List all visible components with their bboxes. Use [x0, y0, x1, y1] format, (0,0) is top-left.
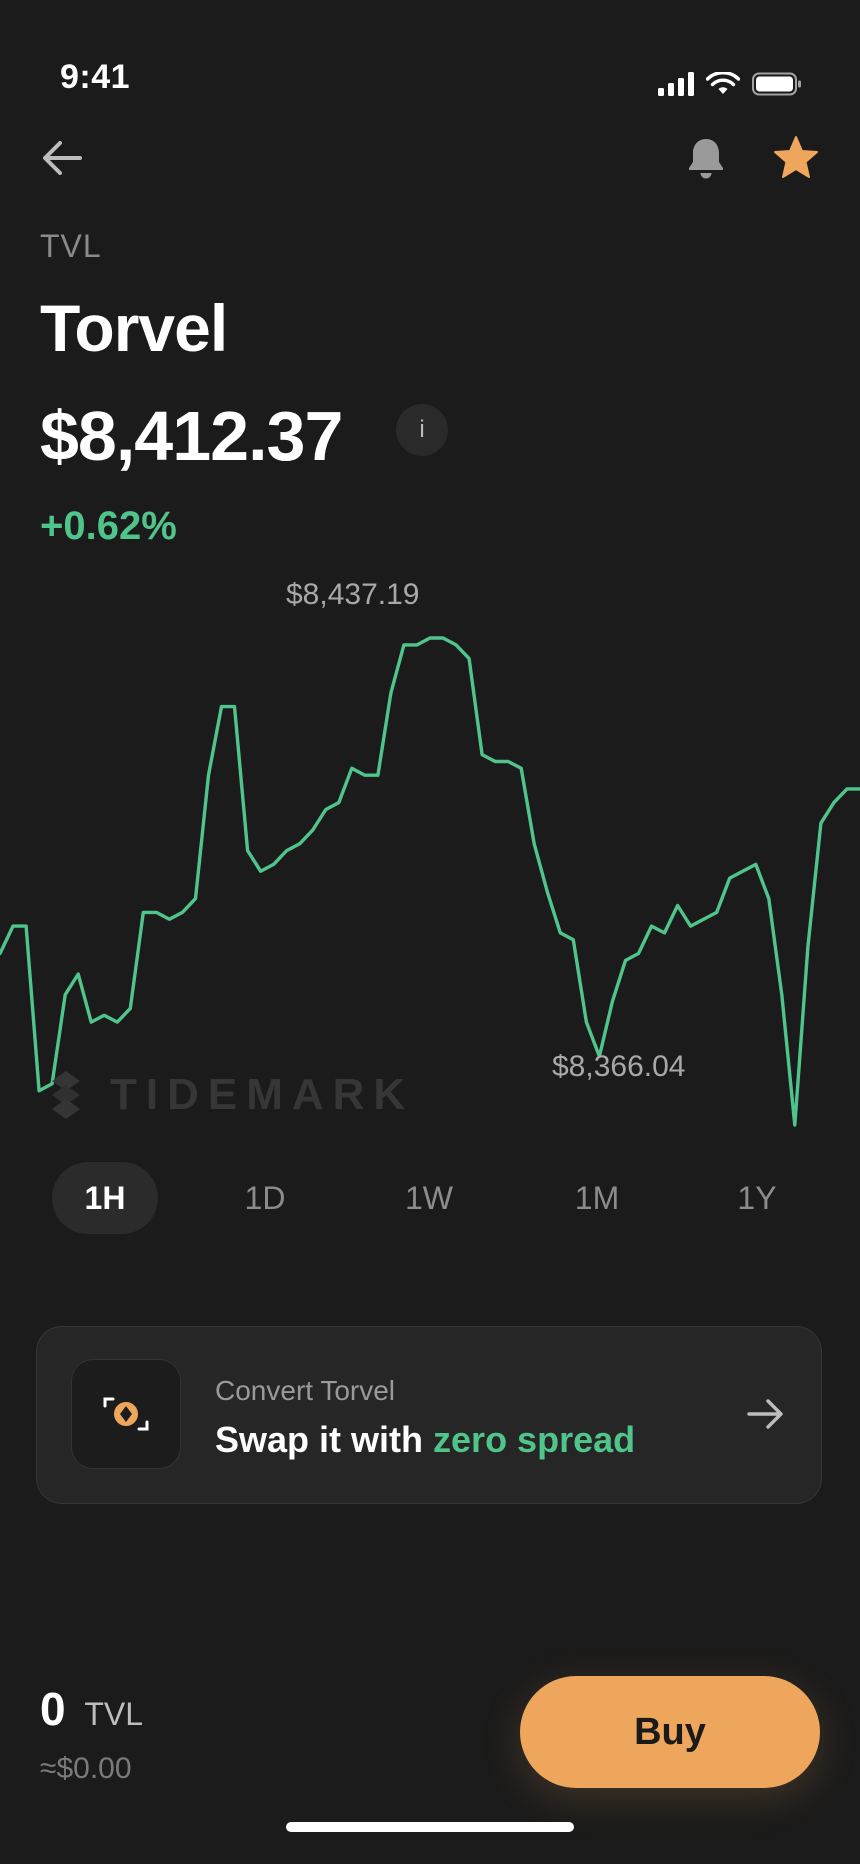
status-icons	[658, 72, 802, 96]
chart-low-label: $8,366.04	[552, 1050, 686, 1083]
tab-1h[interactable]: 1H	[52, 1162, 158, 1234]
convert-subtitle: Convert Torvel	[215, 1375, 396, 1406]
buy-button[interactable]: Buy	[520, 1676, 820, 1788]
home-indicator	[286, 1822, 574, 1832]
bell-icon	[689, 139, 723, 179]
convert-title-prefix: Swap it with	[215, 1419, 424, 1460]
tab-1y[interactable]: 1Y	[704, 1162, 810, 1234]
asset-price: $8,412.37	[40, 397, 343, 475]
arrow-right-icon	[747, 1399, 783, 1429]
price-chart[interactable]	[0, 540, 860, 1130]
convert-card[interactable]: Convert Torvel Swap it with zero spread	[36, 1326, 822, 1504]
swap-coin-icon	[103, 1397, 149, 1431]
price-alert-button[interactable]	[682, 134, 730, 182]
watermark-text: TIDEMARK	[110, 1070, 415, 1119]
holdings-value: 0	[40, 1683, 66, 1735]
price-info-button[interactable]: i	[396, 404, 448, 456]
convert-title: Swap it with zero spread	[215, 1419, 635, 1461]
watermark: TIDEMARK	[50, 1070, 414, 1120]
tab-1d[interactable]: 1D	[212, 1162, 318, 1234]
convert-title-accent: zero spread	[433, 1419, 636, 1460]
wifi-icon	[706, 72, 740, 94]
range-tabs: 1H 1D 1W 1M 1Y	[0, 1162, 860, 1236]
battery-icon	[752, 72, 801, 96]
chart-high-label: $8,437.19	[286, 578, 420, 611]
asset-name: Torvel	[40, 291, 228, 365]
tidemark-logo-icon	[52, 1071, 80, 1119]
holdings-unit: TVL	[84, 1696, 144, 1732]
tab-1m[interactable]: 1M	[544, 1162, 650, 1234]
asset-ticker: TVL	[40, 228, 102, 264]
cellular-signal-icon	[658, 72, 694, 96]
convert-icon-box	[71, 1359, 181, 1469]
back-button[interactable]	[38, 134, 86, 182]
tab-1w[interactable]: 1W	[376, 1162, 482, 1234]
holdings-amount: 0 TVL	[40, 1682, 143, 1736]
favorite-button[interactable]	[772, 134, 820, 182]
arrow-left-icon	[43, 141, 82, 175]
price-line-series	[0, 636, 860, 1127]
info-icon: i	[419, 416, 425, 443]
holdings-fiat-value: ≈$0.00	[40, 1752, 132, 1785]
star-icon	[774, 136, 818, 178]
status-time: 9:41	[60, 58, 131, 96]
